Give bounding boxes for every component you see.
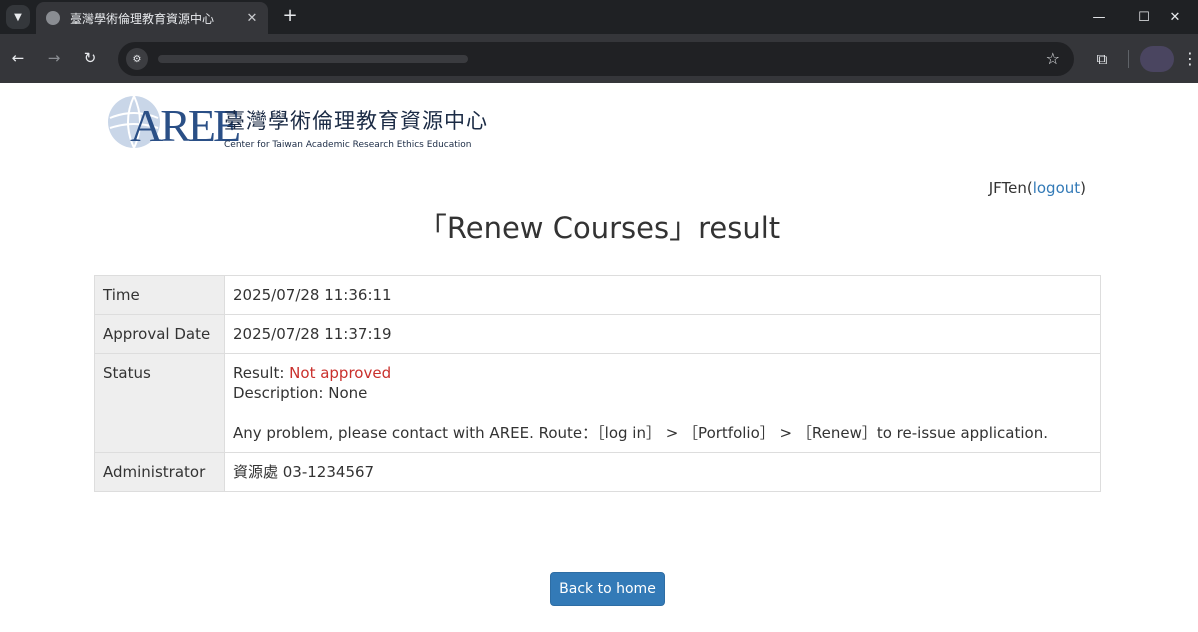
url-text-redacted xyxy=(158,55,468,63)
toolbar-divider xyxy=(1128,50,1129,68)
forward-arrow-icon[interactable]: → xyxy=(42,46,66,70)
reload-icon[interactable]: ↻ xyxy=(78,46,102,70)
username: JFTen xyxy=(988,179,1027,197)
logout-link[interactable]: logout xyxy=(1033,179,1080,197)
time-value: 2025/07/28 11:36:11 xyxy=(224,275,1101,315)
table-row: Time 2025/07/28 11:36:11 xyxy=(94,275,1101,315)
status-value: Result: Not approved Description: None A… xyxy=(224,353,1101,453)
address-bar[interactable]: ⚙ ☆ xyxy=(118,42,1074,76)
description-line: Description: None xyxy=(233,383,1092,403)
table-row: Administrator 資源處 03-1234567 xyxy=(94,452,1101,492)
table-row: Approval Date 2025/07/28 11:37:19 xyxy=(94,314,1101,354)
back-to-home-button[interactable]: Back to home xyxy=(550,572,665,606)
description-value: None xyxy=(328,384,368,402)
description-prefix: Description: xyxy=(233,384,329,402)
time-label: Time xyxy=(94,275,225,315)
logo-name-cn: 臺灣學術倫理教育資源中心 xyxy=(224,109,488,133)
extensions-icon[interactable]: ⧉ xyxy=(1090,47,1114,71)
browser-tabstrip: ▼ 臺灣學術倫理教育資源中心 ✕ + — ☐ ✕ xyxy=(0,0,1198,34)
logo-name-en: Center for Taiwan Academic Research Ethi… xyxy=(224,140,472,150)
browser-menu-icon[interactable]: ⋮ xyxy=(1182,48,1198,70)
result-status-badge: Not approved xyxy=(289,364,392,382)
result-table: Time 2025/07/28 11:36:11 Approval Date 2… xyxy=(94,275,1101,492)
page-content: AREE 臺灣學術倫理教育資源中心 Center for Taiwan Acad… xyxy=(0,83,1198,632)
minimize-icon[interactable]: — xyxy=(1076,0,1122,34)
administrator-value: 資源處 03-1234567 xyxy=(224,452,1101,492)
page-title: 「Renew Courses」result xyxy=(417,211,781,245)
user-status: JFTen(logout) xyxy=(989,179,1086,197)
table-row: Status Result: Not approved Description:… xyxy=(94,353,1101,453)
logo-mark: AREE xyxy=(130,100,241,151)
tab-search-icon[interactable]: ▼ xyxy=(6,5,30,29)
back-arrow-icon[interactable]: ← xyxy=(6,46,30,70)
close-window-icon[interactable]: ✕ xyxy=(1152,0,1198,34)
approval-date-label: Approval Date xyxy=(94,314,225,354)
site-info-icon[interactable]: ⚙ xyxy=(126,48,148,70)
approval-date-value: 2025/07/28 11:37:19 xyxy=(224,314,1101,354)
browser-tab[interactable]: 臺灣學術倫理教育資源中心 ✕ xyxy=(36,2,268,34)
profile-avatar[interactable] xyxy=(1140,46,1174,72)
aree-logo[interactable]: AREE 臺灣學術倫理教育資源中心 Center for Taiwan Acad… xyxy=(104,93,487,157)
close-tab-icon[interactable]: ✕ xyxy=(240,11,264,26)
result-line: Result: Not approved xyxy=(233,363,1092,383)
tab-title: 臺灣學術倫理教育資源中心 xyxy=(70,11,215,26)
bookmark-star-icon[interactable]: ☆ xyxy=(1046,49,1060,68)
globe-icon xyxy=(46,11,60,25)
administrator-label: Administrator xyxy=(94,452,225,492)
new-tab-icon[interactable]: + xyxy=(280,6,300,26)
status-label: Status xyxy=(94,353,225,453)
contact-note: Any problem, please contact with AREE. R… xyxy=(233,424,1048,442)
paren-close: ) xyxy=(1080,179,1086,197)
result-prefix: Result: xyxy=(233,364,290,382)
